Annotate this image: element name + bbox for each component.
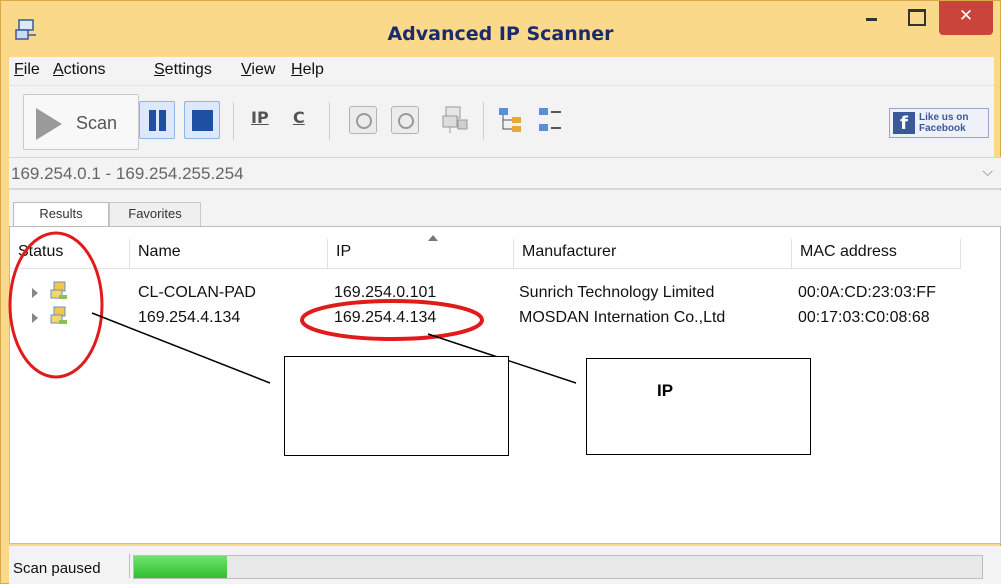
computer-icon [50, 281, 67, 299]
menu-view[interactable]: View [241, 61, 275, 79]
minimize-button[interactable] [849, 1, 893, 33]
power-on-icon[interactable] [349, 106, 377, 134]
annotation-ip-label: IP [657, 381, 674, 400]
expand-tree-icon[interactable] [497, 104, 527, 136]
ip-range-value[interactable]: 169.254.0.1 - 169.254.255.254 [11, 164, 244, 184]
menu-bar: File Actions Settings View Help [9, 57, 994, 85]
row-ip: 169.254.4.134 [334, 309, 437, 326]
column-header-mac[interactable]: MAC address [792, 239, 961, 269]
pause-button[interactable] [139, 101, 175, 139]
column-header-ip[interactable]: IP [328, 239, 514, 269]
row-manufacturer: MOSDAN Internation Co.,Ltd [519, 309, 726, 326]
power-off-icon[interactable] [391, 106, 419, 134]
close-button[interactable]: ✕ [939, 1, 993, 35]
facebook-like-button[interactable]: f Like us on Facebook [889, 108, 989, 138]
chevron-down-icon[interactable]: ⌵ [982, 163, 993, 180]
table-row[interactable]: 169.254.4.134 169.254.4.134 MOSDAN Inter… [10, 306, 961, 332]
collapse-tree-icon[interactable] [537, 104, 567, 136]
c-button[interactable]: C [293, 108, 305, 127]
facebook-icon: f [893, 112, 915, 134]
column-header-row: Status Name IP Manufacturer MAC address [10, 235, 961, 269]
column-header-status[interactable]: Status [10, 239, 130, 269]
column-header-name[interactable]: Name [130, 239, 328, 269]
scan-button-label: Scan [76, 113, 118, 133]
scan-button[interactable]: Scan [23, 94, 139, 150]
toolbar: Scan IP C f Like us on Facebook [9, 85, 994, 157]
expand-arrow-icon[interactable] [32, 288, 38, 298]
sort-ascending-icon [428, 235, 438, 241]
ip-button[interactable]: IP [251, 108, 269, 127]
row-name: CL-COLAN-PAD [138, 284, 256, 301]
annotation-box-ip: IP [586, 358, 811, 455]
toolbar-separator [483, 102, 484, 140]
menu-help[interactable]: Help [291, 61, 324, 79]
toolbar-separator [329, 102, 330, 140]
menu-settings[interactable]: Settings [154, 61, 212, 79]
computer-icon [50, 306, 67, 324]
stop-button[interactable] [184, 101, 220, 139]
title-bar[interactable]: Advanced IP Scanner ✕ [1, 1, 1000, 56]
annotation-box-status [284, 356, 509, 456]
remote-computer-icon[interactable] [441, 104, 471, 136]
progress-fill [134, 556, 228, 578]
toolbar-separator [233, 102, 234, 140]
expand-arrow-icon[interactable] [32, 313, 38, 323]
maximize-button[interactable] [894, 1, 938, 33]
row-mac: 00:17:03:C0:08:68 [798, 309, 930, 326]
tab-favorites[interactable]: Favorites [109, 202, 201, 226]
scan-progress-bar [133, 555, 983, 579]
column-header-manufacturer[interactable]: Manufacturer [514, 239, 792, 269]
row-name: 169.254.4.134 [138, 309, 241, 326]
table-row[interactable]: CL-COLAN-PAD 169.254.0.101 Sunrich Techn… [10, 281, 961, 307]
app-window: Advanced IP Scanner ✕ File Actions Setti… [0, 0, 1001, 584]
status-separator [129, 554, 130, 578]
menu-file[interactable]: File [14, 61, 40, 79]
row-ip: 169.254.0.101 [334, 284, 437, 301]
tab-results[interactable]: Results [13, 202, 109, 226]
row-manufacturer: Sunrich Technology Limited [519, 284, 715, 301]
tab-strip: Results Favorites [9, 190, 1001, 226]
status-bar: Scan paused [9, 546, 1001, 584]
play-icon [36, 108, 62, 140]
row-mac: 00:0A:CD:23:03:FF [798, 284, 936, 301]
menu-actions[interactable]: Actions [53, 61, 105, 79]
ip-range-field[interactable]: 169.254.0.1 - 169.254.255.254 ⌵ [9, 157, 1001, 189]
status-text: Scan paused [13, 560, 101, 577]
